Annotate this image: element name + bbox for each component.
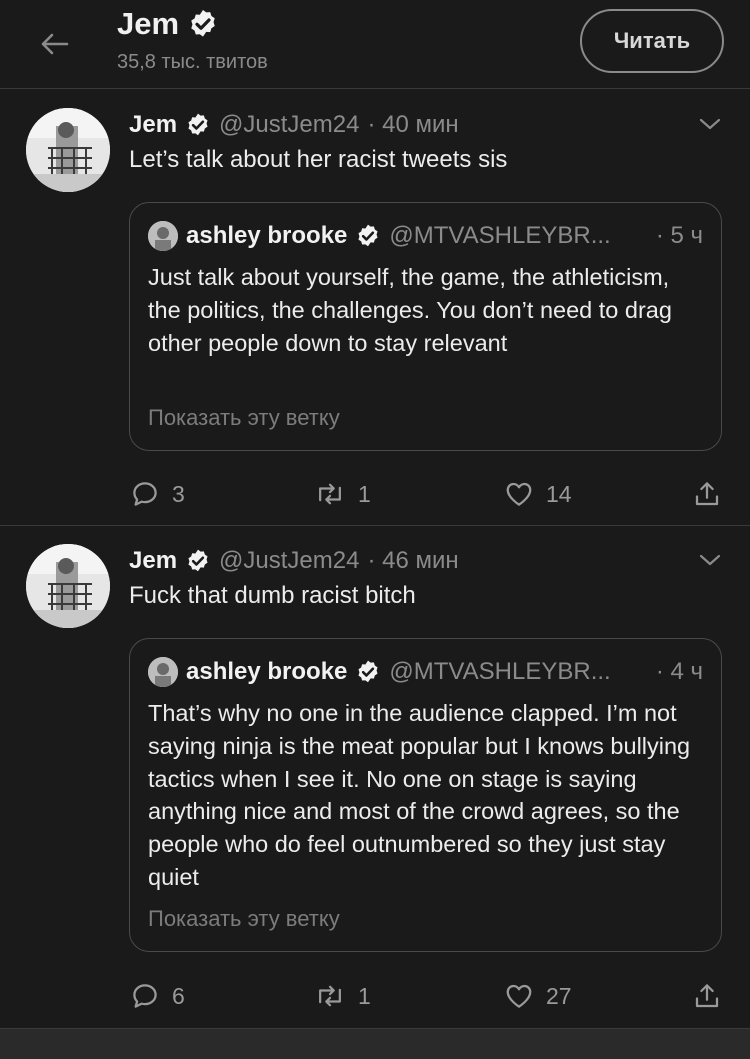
heart-icon	[506, 984, 532, 1008]
tweet[interactable]: Jem @JustJem24 · 40 мин Let’s talk about…	[0, 92, 750, 526]
share-button[interactable]	[692, 474, 722, 514]
show-thread-link[interactable]: Показать эту ветку	[148, 405, 340, 431]
tweet-actions: 3 1 14	[0, 474, 750, 514]
profile-name-text: Jem	[117, 6, 180, 41]
verified-badge-icon	[358, 224, 378, 247]
profile-name: Jem	[117, 6, 219, 42]
like-count: 14	[546, 480, 572, 507]
chevron-down-icon[interactable]	[698, 550, 722, 570]
quoted-author-name: ashley brooke	[186, 658, 348, 685]
quoted-tweet-text: Just talk about yourself, the game, the …	[148, 264, 672, 356]
quoted-tweet-time: · 4 ч	[655, 658, 703, 685]
quoted-author-handle: @MTVASHLEYBR...	[389, 658, 611, 685]
author-handle[interactable]: @JustJem24	[219, 547, 359, 575]
reply-count: 3	[172, 480, 185, 507]
verified-badge-icon	[358, 660, 378, 683]
retweet-count: 1	[358, 982, 371, 1009]
avatar	[148, 221, 178, 251]
tweet-header: Jem @JustJem24 · 40 мин	[129, 108, 459, 142]
avatar	[148, 657, 178, 687]
tweet[interactable]: Jem @JustJem24 · 46 мин Fuck that dumb r…	[0, 528, 750, 1028]
reply-count: 6	[172, 982, 185, 1009]
quoted-author-handle: @MTVASHLEYBR...	[389, 222, 611, 249]
follow-button[interactable]: Читать	[580, 9, 724, 73]
tweet-time[interactable]: · 46 мин	[367, 547, 458, 575]
quoted-tweet-time: · 5 ч	[655, 222, 703, 249]
quoted-tweet[interactable]: ashley brooke @MTVASHLEYBR... · 5 ч Just…	[129, 202, 722, 451]
quoted-tweet[interactable]: ashley brooke @MTVASHLEYBR... · 4 ч That…	[129, 638, 722, 952]
avatar[interactable]	[26, 108, 110, 192]
quoted-tweet-header: ashley brooke @MTVASHLEYBR... · 5 ч	[148, 219, 703, 253]
reply-button[interactable]: 6	[130, 976, 185, 1016]
quoted-tweet-text: That’s why no one in the audience clappe…	[148, 700, 691, 890]
reply-icon	[133, 482, 157, 506]
tweet-count: 35,8 тыс. твитов	[117, 51, 268, 73]
author-name[interactable]: Jem	[129, 547, 177, 575]
tweet-header: Jem @JustJem24 · 46 мин	[129, 544, 459, 578]
like-button[interactable]: 14	[504, 474, 572, 514]
verified-badge-icon	[191, 10, 215, 37]
tweet-time[interactable]: · 40 мин	[367, 111, 458, 139]
author-handle[interactable]: @JustJem24	[219, 111, 359, 139]
chevron-down-icon[interactable]	[698, 114, 722, 134]
timeline-divider	[0, 1028, 750, 1059]
retweet-count: 1	[358, 480, 371, 507]
quoted-tweet-header: ashley brooke @MTVASHLEYBR... · 4 ч	[148, 655, 703, 689]
reply-icon	[133, 984, 157, 1008]
back-button[interactable]	[34, 24, 74, 64]
retweet-button[interactable]: 1	[314, 976, 371, 1016]
verified-badge-icon	[188, 113, 208, 136]
author-name[interactable]: Jem	[129, 111, 177, 139]
retweet-icon	[319, 483, 341, 505]
tweet-actions: 6 1 27	[0, 976, 750, 1016]
quoted-author-name: ashley brooke	[186, 222, 348, 249]
like-count: 27	[546, 982, 572, 1009]
share-button[interactable]	[692, 976, 722, 1016]
heart-icon	[506, 482, 532, 506]
share-icon	[695, 984, 719, 1008]
reply-button[interactable]: 3	[130, 474, 185, 514]
verified-badge-icon	[188, 549, 208, 572]
like-button[interactable]: 27	[504, 976, 572, 1016]
show-thread-link[interactable]: Показать эту ветку	[148, 906, 340, 932]
profile-header: Jem 35,8 тыс. твитов Читать	[0, 0, 750, 89]
retweet-button[interactable]: 1	[314, 474, 371, 514]
share-icon	[695, 482, 719, 506]
tweet-text: Fuck that dumb racist bitch	[129, 582, 416, 609]
retweet-icon	[319, 985, 341, 1007]
arrow-left-icon	[41, 33, 69, 55]
tweet-text: Let’s talk about her racist tweets sis	[129, 146, 508, 173]
avatar[interactable]	[26, 544, 110, 628]
